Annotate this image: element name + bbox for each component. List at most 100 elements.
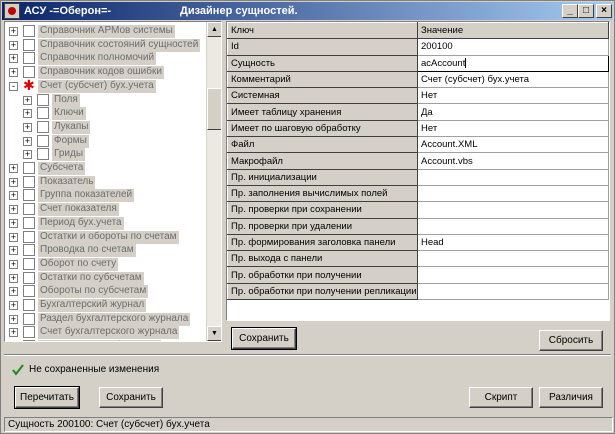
close-button[interactable]: × — [596, 4, 612, 18]
tree-item[interactable]: + Гриды — [5, 147, 209, 162]
tree-item-checkbox[interactable] — [23, 299, 35, 311]
tree-item[interactable]: +Операции над объектами — [5, 339, 209, 341]
reset-button[interactable]: Сбросить — [539, 330, 603, 351]
app-icon[interactable] — [4, 3, 20, 19]
property-value[interactable] — [417, 283, 609, 301]
property-value-editor[interactable]: acAccount — [417, 54, 609, 72]
collapse-toggle[interactable]: - — [9, 81, 18, 91]
diff-button[interactable]: Различия — [539, 387, 603, 408]
expand-toggle[interactable]: + — [23, 136, 32, 146]
scroll-up-button[interactable]: ▲ — [207, 22, 221, 37]
grid-row[interactable]: Пр. формирования заголовка панели Head — [227, 233, 609, 252]
grid-row[interactable]: Системная Нет — [227, 87, 609, 105]
tree-item-checkbox[interactable] — [23, 203, 35, 216]
tree-item-checkbox[interactable] — [23, 162, 35, 174]
grid-row[interactable]: Файл Account.XML — [227, 136, 609, 154]
tree-item-checkbox[interactable] — [23, 175, 35, 188]
tree-item[interactable]: + Субсчета — [5, 161, 209, 175]
expand-toggle[interactable]: + — [9, 328, 18, 338]
tree-item-checkbox[interactable] — [23, 38, 35, 51]
tree-item-label[interactable]: Проводка по счетам — [38, 244, 136, 258]
tree-item-label[interactable]: Оборот по счету — [38, 257, 119, 271]
expand-toggle[interactable]: + — [9, 232, 18, 242]
grid-row[interactable]: Пр. заполнения вычислимых полей — [227, 184, 609, 203]
expand-toggle[interactable]: + — [9, 205, 18, 215]
tree-item-label[interactable]: Справочник состояний сущностей — [38, 38, 201, 52]
reread-button[interactable]: Перечитать — [14, 386, 80, 409]
tree-item-label[interactable]: Ключи — [52, 107, 86, 121]
expand-toggle[interactable]: + — [9, 27, 18, 36]
property-value[interactable]: 200100 — [417, 38, 609, 56]
property-value[interactable]: Да — [417, 103, 609, 121]
tree-item-checkbox[interactable] — [23, 52, 35, 65]
tree-item-label[interactable]: Остатки и обороты по счетам — [38, 230, 179, 244]
tree-item[interactable]: + Формы — [5, 134, 209, 148]
tree-item-checkbox[interactable] — [23, 189, 35, 202]
expand-toggle[interactable]: + — [23, 122, 32, 132]
tree-item[interactable]: + Период бух.учета — [5, 216, 209, 230]
property-value[interactable]: Счет (субсчет) бух.учета — [417, 71, 609, 89]
column-header-key[interactable]: Ключ — [227, 22, 418, 40]
tree-item-label[interactable]: Период бух.учета — [38, 216, 124, 230]
grid-row[interactable]: Пр. выхода с панели — [227, 250, 609, 268]
expand-toggle[interactable]: + — [9, 301, 18, 310]
tree-item[interactable]: + Счет бухгалтерского журнала — [5, 325, 209, 340]
expand-toggle[interactable]: + — [9, 177, 18, 187]
properties-grid[interactable]: Ключ Значение Id 200100 Сущность acAccount К… — [226, 21, 610, 321]
tree-item-checkbox[interactable] — [23, 25, 35, 37]
grid-row[interactable]: Имеет таблицу хранения Да — [227, 103, 609, 121]
expand-toggle[interactable]: + — [23, 95, 32, 105]
expand-toggle[interactable]: + — [9, 259, 18, 269]
tree-item[interactable]: + Бухгалтерский журнал — [5, 298, 209, 312]
tree-item-label[interactable]: Группа показателей — [38, 189, 135, 203]
tree-item[interactable]: + Счет показателя — [5, 202, 209, 217]
entity-tree[interactable]: ▲ ▼ + Справочник АРМов системы + Справочник… — [4, 21, 222, 342]
tree-item-label[interactable]: Субсчета — [38, 162, 86, 175]
tree-item[interactable]: + Лукапы — [5, 120, 209, 134]
tree-item-label[interactable]: Поля — [52, 93, 80, 107]
expand-toggle[interactable]: + — [9, 54, 18, 64]
property-value[interactable] — [417, 266, 609, 284]
tree-item-checkbox[interactable] — [23, 285, 35, 298]
tree-item-checkbox[interactable] — [23, 244, 35, 257]
tree-item-checkbox[interactable] — [37, 93, 49, 106]
tree-item-checkbox[interactable] — [23, 257, 35, 270]
tree-item[interactable]: + Справочник АРМов системы — [5, 24, 209, 38]
expand-toggle[interactable]: + — [9, 218, 18, 228]
tree-item-checkbox[interactable] — [37, 120, 49, 133]
property-value[interactable]: Head — [417, 234, 609, 252]
property-value[interactable] — [417, 250, 609, 268]
scroll-thumb[interactable] — [207, 88, 221, 130]
tree-item[interactable]: + Проводка по счетам — [5, 243, 209, 258]
tree-item[interactable]: + Раздел бухгалтерского журнала — [5, 312, 209, 326]
grid-row[interactable]: Пр. проверки при удалении — [227, 217, 609, 235]
script-button[interactable]: Скрипт — [469, 387, 533, 408]
tree-item-checkbox[interactable] — [37, 107, 49, 120]
tree-item-label[interactable]: Показатель — [38, 175, 96, 189]
tree-item-label[interactable]: Остатки по субсчетам — [38, 271, 144, 285]
column-header-value[interactable]: Значение — [417, 22, 609, 40]
tree-item-label[interactable]: Лукапы — [52, 120, 91, 134]
property-value[interactable]: Нет — [417, 120, 609, 138]
expand-toggle[interactable]: + — [9, 314, 18, 324]
expand-toggle[interactable]: + — [9, 40, 18, 50]
tree-item[interactable]: + Остатки по субсчетам — [5, 271, 209, 285]
property-value[interactable] — [417, 201, 609, 219]
tree-item-label[interactable]: Счет показателя — [38, 203, 119, 217]
tree-item-checkbox[interactable] — [23, 230, 35, 243]
tree-item-label[interactable]: Счет (субсчет) бух.учета — [38, 79, 156, 93]
tree-item[interactable]: + Показатель — [5, 175, 209, 189]
grid-row[interactable]: Сущность acAccount — [227, 54, 609, 72]
grid-row[interactable]: Id 200100 — [227, 38, 609, 56]
property-value[interactable] — [417, 169, 609, 186]
grid-row[interactable]: Макрофайл Account.vbs — [227, 152, 609, 170]
tree-item-label[interactable]: Гриды — [52, 148, 86, 162]
expand-toggle[interactable]: + — [9, 287, 18, 297]
tree-item[interactable]: - ✱ Счет (субсчет) бух.учета — [5, 77, 209, 93]
grid-row[interactable]: Пр. проверки при сохранении — [227, 201, 609, 219]
maximize-button[interactable]: □ — [578, 4, 594, 18]
tree-item-checkbox[interactable] — [23, 312, 35, 325]
tree-item[interactable]: + Поля — [5, 93, 209, 107]
property-value[interactable]: Нет — [417, 87, 609, 105]
tree-item-checkbox[interactable] — [37, 134, 49, 147]
